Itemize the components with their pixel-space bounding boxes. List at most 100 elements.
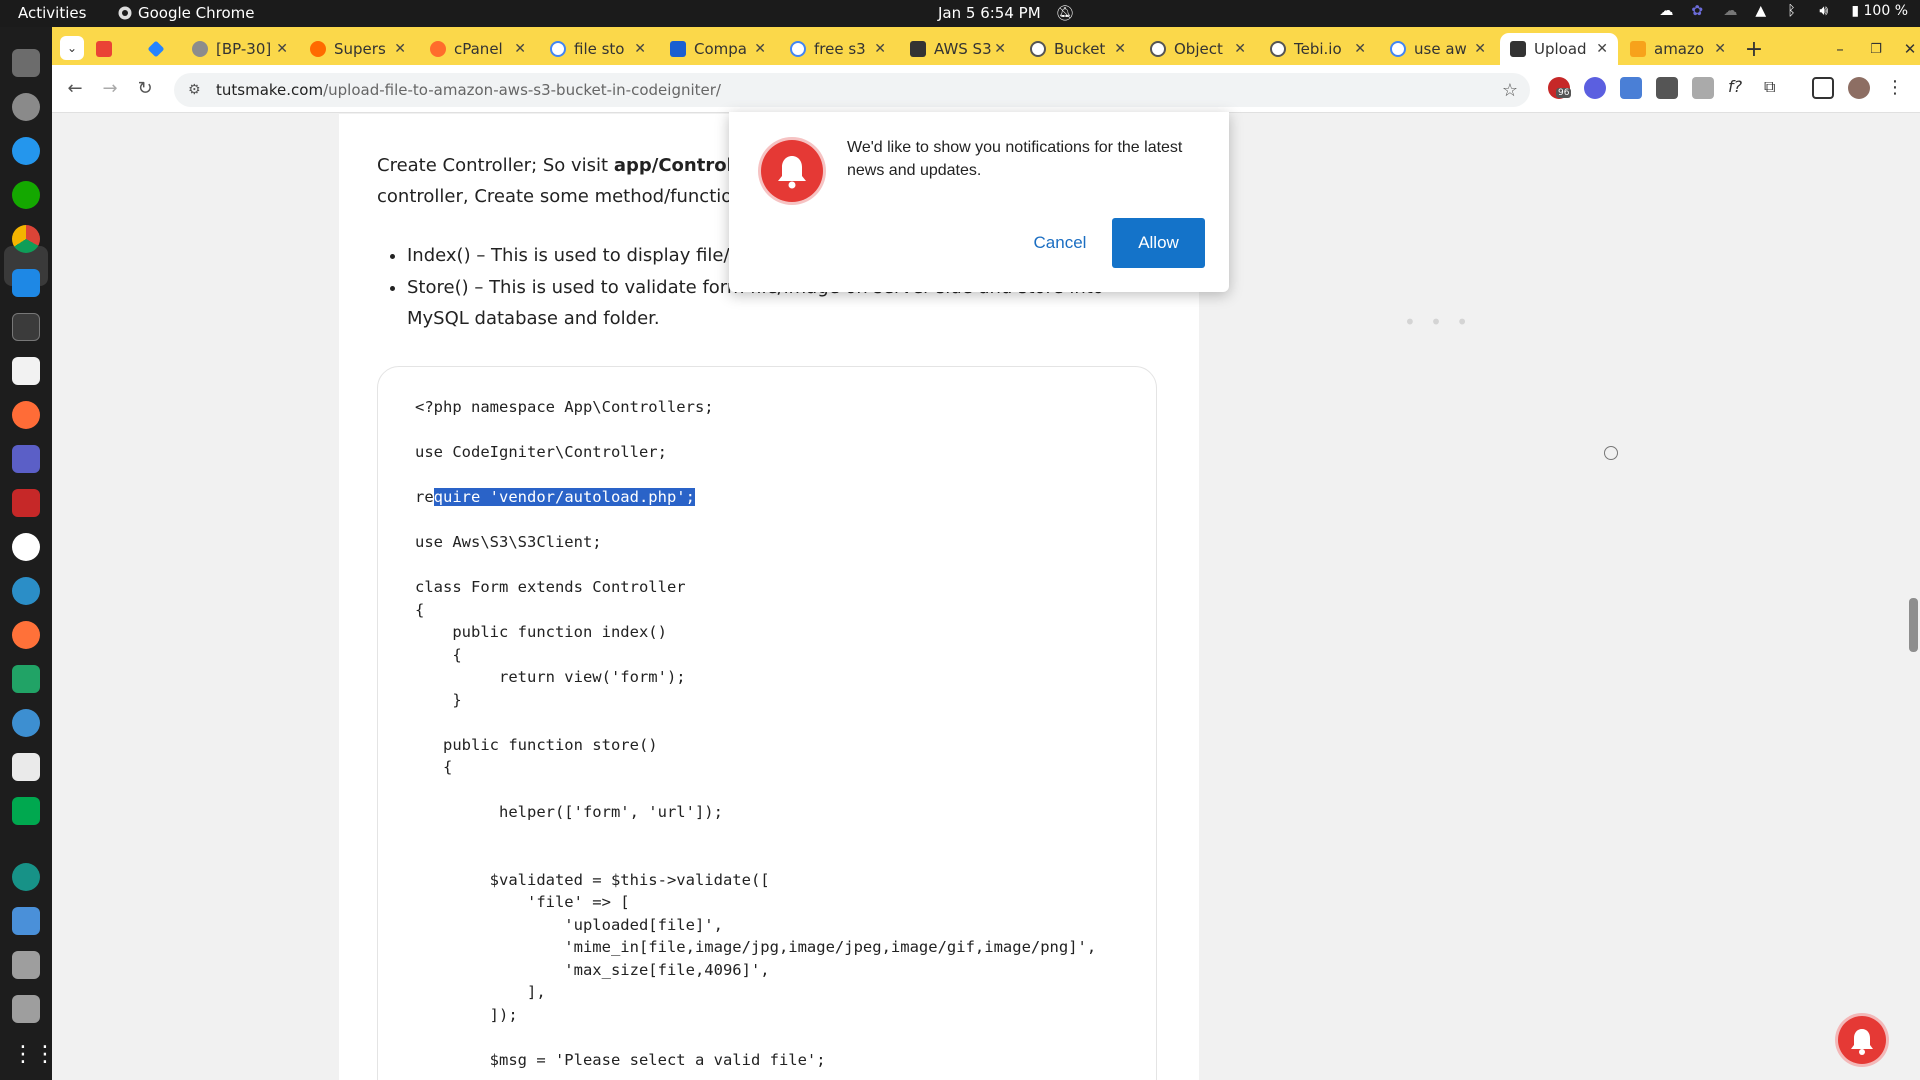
- tab-label: Upload: [1534, 40, 1587, 58]
- files-icon[interactable]: [12, 49, 40, 77]
- app-swirl-icon[interactable]: [12, 709, 40, 737]
- tab-bp30[interactable]: [BP-30] ✕: [192, 33, 292, 65]
- close-icon[interactable]: ✕: [394, 41, 406, 57]
- page-scrollbar[interactable]: [1907, 114, 1920, 1080]
- spreadsheet-icon[interactable]: [12, 665, 40, 693]
- system-tray[interactable]: ☁︎ ✿ ☁︎ ▲ ᛒ 🔊︎ ▮ 100 %: [1659, 3, 1908, 19]
- close-icon[interactable]: ✕: [634, 41, 646, 57]
- extension-f-icon[interactable]: [1656, 77, 1678, 99]
- app-grid-icon[interactable]: ⋮⋮: [12, 1041, 56, 1069]
- translate-extension-icon[interactable]: [1620, 77, 1642, 99]
- notification-permission-popup: We'd like to show you notifications for …: [729, 112, 1229, 292]
- postman-icon[interactable]: [12, 401, 40, 429]
- tab-cpanel[interactable]: cPanel ✕: [430, 33, 530, 65]
- side-panel-icon[interactable]: [1812, 77, 1834, 99]
- google-icon: [1390, 41, 1406, 57]
- maximize-button[interactable]: ❐: [1866, 33, 1886, 65]
- formula-extension-icon[interactable]: f?: [1728, 77, 1750, 99]
- address-bar[interactable]: ⚙︎ tutsmake.com/upload-file-to-amazon-aw…: [174, 73, 1530, 107]
- text-editor-icon[interactable]: [12, 753, 40, 781]
- profile-avatar[interactable]: [1848, 77, 1870, 99]
- close-icon[interactable]: ✕: [1714, 41, 1726, 57]
- teams-icon[interactable]: [12, 445, 40, 473]
- extension-flower-icon[interactable]: [1584, 77, 1606, 99]
- chat-icon[interactable]: [12, 797, 40, 825]
- firefox-icon[interactable]: [12, 621, 40, 649]
- close-icon[interactable]: ✕: [1474, 41, 1486, 57]
- tab-jira[interactable]: [148, 33, 176, 65]
- tab-upload-active[interactable]: Upload ✕: [1500, 33, 1618, 65]
- close-icon[interactable]: ✕: [276, 41, 288, 57]
- allow-button[interactable]: Allow: [1112, 218, 1205, 268]
- back-button[interactable]: ←: [64, 78, 86, 100]
- tab-compare[interactable]: Compa ✕: [670, 33, 770, 65]
- ublock-extension-icon[interactable]: 96: [1548, 77, 1572, 99]
- selected-text: quire 'vendor/autoload.php';: [433, 488, 695, 506]
- terminal-icon[interactable]: [12, 313, 40, 341]
- tab-file-storage[interactable]: file sto ✕: [550, 33, 650, 65]
- tab-aws-s3[interactable]: AWS S3 ✕: [910, 33, 1010, 65]
- site-icon: [910, 41, 926, 57]
- notification-bell-button[interactable]: [1838, 1016, 1886, 1064]
- clock[interactable]: Jan 5 6:54 PM 🔕︎: [938, 4, 1074, 22]
- chrome-menu-icon[interactable]: ⋮: [1884, 77, 1906, 99]
- close-window-button[interactable]: ✕: [1900, 33, 1920, 65]
- code-line: return view('form');: [415, 668, 686, 686]
- tab-object[interactable]: Object ✕: [1150, 33, 1250, 65]
- vscode-icon[interactable]: [12, 269, 40, 297]
- code-line: 'mime_in[file,image/jpg,image/jpeg,image…: [415, 938, 1097, 956]
- minimize-button[interactable]: –: [1830, 33, 1850, 65]
- docker-icon[interactable]: [12, 137, 40, 165]
- close-icon[interactable]: ✕: [1234, 41, 1246, 57]
- tab-use-aws[interactable]: use aw ✕: [1390, 33, 1490, 65]
- chrome-icon: [118, 6, 132, 20]
- tab-amazon[interactable]: amazo ✕: [1630, 33, 1730, 65]
- close-icon[interactable]: ✕: [994, 41, 1006, 57]
- forward-button[interactable]: →: [99, 78, 121, 100]
- app-menu[interactable]: Google Chrome: [118, 4, 255, 22]
- close-icon[interactable]: ✕: [1114, 41, 1126, 57]
- ad-choices-icon[interactable]: [1604, 446, 1618, 460]
- screenshot-extension-icon[interactable]: [1692, 77, 1714, 99]
- site-info-icon[interactable]: ⚙︎: [188, 82, 204, 98]
- tab-free-s3[interactable]: free s3 ✕: [790, 33, 890, 65]
- settings-icon[interactable]: [12, 93, 40, 121]
- app-name: Google Chrome: [138, 4, 255, 22]
- close-icon[interactable]: ✕: [1596, 41, 1608, 57]
- tab-bucket[interactable]: Bucket ✕: [1030, 33, 1130, 65]
- cancel-button[interactable]: Cancel: [1012, 218, 1108, 268]
- cpanel-icon: [430, 41, 446, 57]
- close-icon[interactable]: ✕: [1354, 41, 1366, 57]
- new-tab-button[interactable]: +: [1742, 33, 1766, 65]
- mongodb-icon[interactable]: [12, 533, 40, 561]
- tab-supers[interactable]: Supers ✕: [310, 33, 410, 65]
- tab-gmail[interactable]: [96, 33, 124, 65]
- close-icon[interactable]: ✕: [874, 41, 886, 57]
- bell-glyph-icon: [778, 156, 806, 189]
- tab-search-button[interactable]: ⌄: [60, 36, 84, 60]
- app-cube-icon[interactable]: [12, 907, 40, 935]
- bookmark-star-icon[interactable]: ☆: [1502, 80, 1518, 101]
- tab-tebi[interactable]: Tebi.io ✕: [1270, 33, 1370, 65]
- chrome-dock-icon[interactable]: [12, 225, 40, 253]
- typora-icon[interactable]: [12, 357, 40, 385]
- drive-icon[interactable]: [12, 951, 40, 979]
- close-icon[interactable]: ✕: [514, 41, 526, 57]
- activities-button[interactable]: Activities: [18, 4, 86, 22]
- scrollbar-thumb[interactable]: [1909, 598, 1918, 652]
- close-icon[interactable]: ✕: [754, 41, 766, 57]
- tab-label: Tebi.io: [1294, 40, 1342, 58]
- reload-button[interactable]: ↻: [134, 78, 156, 100]
- tab-label: file sto: [574, 40, 625, 58]
- upwork-icon[interactable]: [12, 181, 40, 209]
- crossover-icon[interactable]: [12, 577, 40, 605]
- extensions-puzzle-icon[interactable]: ⧉: [1764, 77, 1786, 99]
- bell-icon: [761, 140, 823, 202]
- gitkraken-icon[interactable]: [12, 863, 40, 891]
- code-content: <?php namespace App\Controllers; use Cod…: [415, 398, 1096, 1073]
- redis-icon[interactable]: [12, 489, 40, 517]
- drive-icon-2[interactable]: [12, 995, 40, 1023]
